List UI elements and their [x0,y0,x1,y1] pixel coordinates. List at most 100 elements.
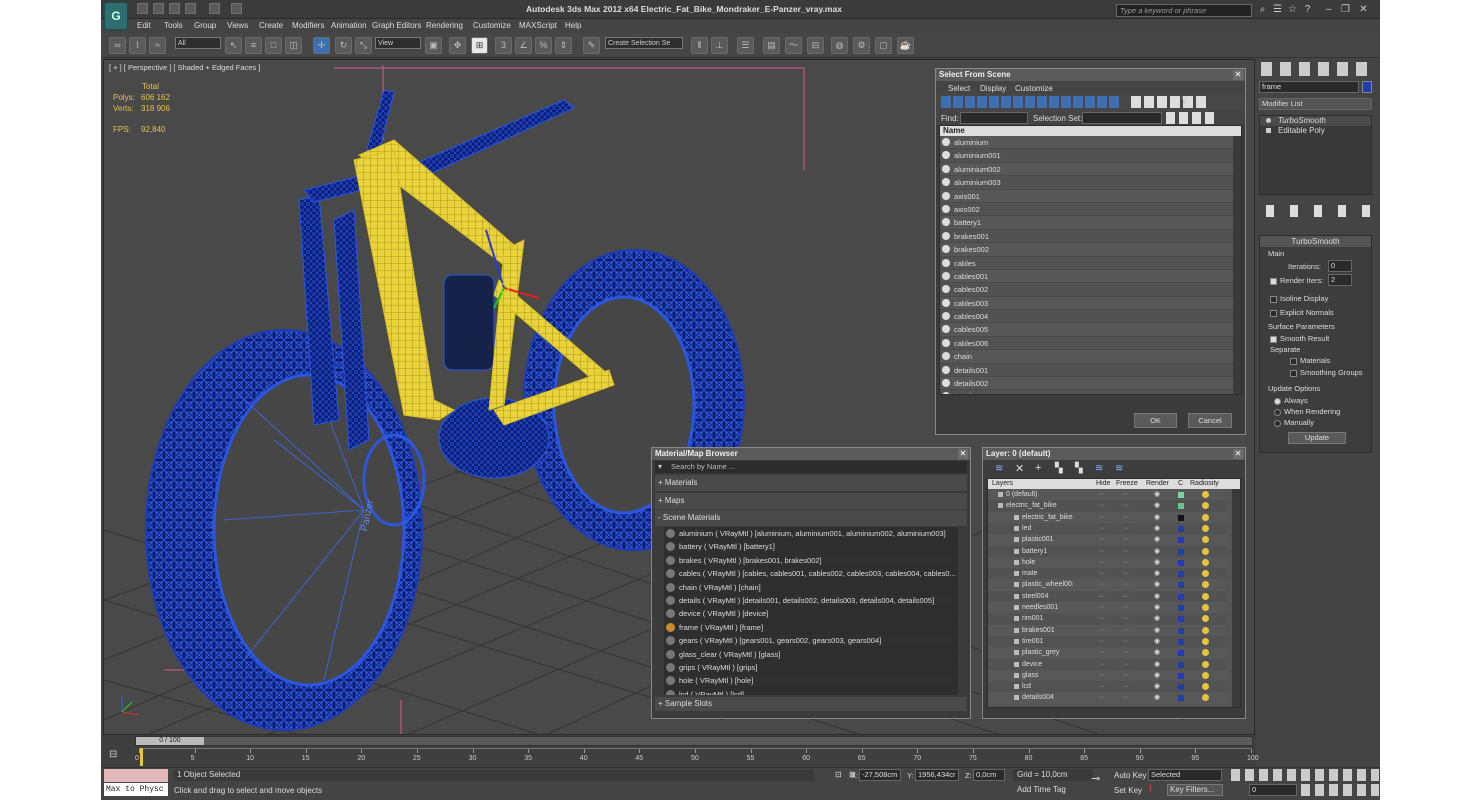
sfs-list-item[interactable]: aluminium002 [940,162,1241,177]
subscription-icon[interactable]: ☰ [1271,3,1284,16]
radiosity-icon[interactable] [1202,547,1209,555]
browser-options-icon[interactable]: ▾ [658,462,662,471]
section-scene-materials[interactable]: - Scene Materials [655,510,967,526]
layer-color-swatch[interactable] [1178,650,1184,657]
add-to-layer-icon[interactable]: + [1035,462,1041,474]
explicit-normals-checkbox[interactable]: Explicit Normals [1270,308,1334,317]
separate-smoothing-checkbox[interactable]: Smoothing Groups [1290,368,1363,377]
radiosity-icon[interactable] [1202,604,1209,611]
unlink-icon[interactable]: ⌇ [129,37,146,54]
redo-icon[interactable] [209,3,220,14]
close-icon[interactable]: ✕ [1357,3,1370,16]
freeze-toggle-icon[interactable]: ··· [1122,625,1129,636]
freeze-toggle-icon[interactable]: ··· [1122,579,1129,590]
cancel-button[interactable]: Cancel [1188,413,1232,428]
hide-toggle-icon[interactable]: ··· [1098,534,1105,545]
select-and-manipulate-icon[interactable]: ✥ [449,37,466,54]
select-by-name-icon[interactable]: ≡ [245,37,262,54]
layer-color-swatch[interactable] [1178,695,1184,702]
y-coordinate-field[interactable]: 1956,434cr [915,769,959,781]
radiosity-icon[interactable] [1202,491,1209,498]
sfs-list-item[interactable]: axis001 [940,189,1241,203]
battery[interactable] [443,274,495,371]
material-editor-icon[interactable]: ◍ [831,37,848,54]
snaps-toggle-icon[interactable]: 3 [495,37,512,54]
sfs-list-item[interactable]: details003 [940,390,1241,394]
maxscript-input[interactable]: Max to Physc [104,783,168,796]
render-toggle-icon[interactable]: ◉ [1154,534,1160,545]
modifier-stack[interactable]: TurboSmooth Editable Poly [1259,115,1372,195]
sfs-list-item[interactable]: details002 [940,377,1241,391]
set-key-mode-icon[interactable]: ⊸ [1091,772,1100,785]
hide-all-icon[interactable]: ≋ [1095,463,1103,474]
layer-row[interactable]: device ··· ··· ◉ [988,658,1226,670]
scale-icon[interactable]: ⤡ [355,37,372,54]
freeze-toggle-icon[interactable]: ··· [1122,489,1129,500]
search-icon[interactable]: ⌕ [1256,3,1269,16]
save-file-icon[interactable] [169,3,180,14]
menu-graph-editors[interactable]: Graph Editors [372,21,421,30]
auto-key-button[interactable]: Auto Key [1114,769,1148,782]
hide-toggle-icon[interactable]: ··· [1098,670,1105,681]
radiosity-icon[interactable] [1202,694,1209,702]
freeze-toggle-icon[interactable]: ··· [1122,636,1129,647]
layer-color-swatch[interactable] [1178,627,1184,634]
hide-toggle-icon[interactable]: ··· [1098,546,1105,557]
update-always-radio[interactable]: Always [1274,396,1308,405]
layer-row[interactable]: battery1 ··· ··· ◉ [988,545,1226,557]
hide-toggle-icon[interactable]: ··· [1098,557,1105,568]
layer-color-swatch[interactable] [1178,537,1184,544]
named-selection-set-dropdown[interactable]: Create Selection Se [605,37,683,49]
layer-row[interactable]: plastic001 ··· ··· ◉ [988,534,1226,546]
align-icon[interactable]: ⊥ [711,37,728,54]
layer-color-swatch[interactable] [1178,582,1184,589]
layer-color-swatch[interactable] [1178,525,1184,532]
close-icon[interactable]: ✕ [1233,70,1243,80]
freeze-toggle-icon[interactable]: ··· [1122,613,1129,624]
key-filters-button[interactable]: Key Filters... [1167,784,1223,796]
layer-color-swatch[interactable] [1178,616,1184,623]
separate-materials-checkbox[interactable]: Materials [1290,356,1330,365]
layer-row[interactable]: electric_fat_bike ··· ··· ◉ [988,511,1226,523]
render-toggle-icon[interactable]: ◉ [1154,557,1160,568]
selection-lock-icon[interactable]: ⊡ [835,770,845,780]
layer-color-swatch[interactable] [1178,492,1184,498]
scene-material-item[interactable]: chain ( VRayMtl ) [chain] [664,580,958,594]
scene-material-item[interactable]: gears ( VRayMtl ) [gears001, gears002, g… [664,634,958,648]
new-file-icon[interactable] [137,3,148,14]
menu-modifiers[interactable]: Modifiers [292,21,324,30]
select-object-icon[interactable]: ↖ [225,37,242,54]
freeze-toggle-icon[interactable]: ··· [1122,591,1129,602]
angle-snap-icon[interactable]: ∠ [515,37,532,54]
scene-materials-list[interactable]: aluminium ( VRayMtl ) [aluminium, alumin… [664,527,958,695]
freeze-toggle-icon[interactable]: ··· [1122,523,1129,534]
move-icon[interactable]: ✛ [313,37,330,54]
sfs-list-item[interactable]: cables001 [940,269,1241,284]
layer-row[interactable]: plastic_wheel00: ··· ··· ◉ [988,579,1226,591]
layer-color-swatch[interactable] [1178,571,1184,578]
layer-row[interactable]: brakes001 ··· ··· ◉ [988,624,1226,636]
freeze-all-icon[interactable]: ≋ [1115,463,1123,474]
render-iters-checkbox[interactable]: Render Iters: [1270,276,1323,285]
display-filter-icon[interactable] [941,96,1121,108]
layer-row[interactable]: rim001 ··· ··· ◉ [988,613,1226,625]
iterations-spinner[interactable]: 0 [1328,260,1352,272]
mini-curve-editor-icon[interactable]: ⊟ [109,749,129,763]
viewport-label[interactable]: [ + ] [ Perspective ] [ Shaded + Edged F… [109,63,260,72]
layer-color-swatch[interactable] [1178,661,1184,668]
set-key-button[interactable]: Set Key [1114,784,1148,797]
create-layer-icon[interactable]: ≋ [995,463,1003,474]
scene-material-item[interactable]: brakes ( VRayMtl ) [brakes001, brakes002… [664,553,958,568]
render-toggle-icon[interactable]: ◉ [1154,500,1160,511]
object-name-input[interactable]: frame [1259,81,1359,93]
render-toggle-icon[interactable]: ◉ [1154,625,1160,636]
radiosity-icon[interactable] [1202,570,1209,578]
scene-material-item[interactable]: device ( VRayMtl ) [device] [664,607,958,621]
render-toggle-icon[interactable]: ◉ [1154,602,1160,613]
z-coordinate-field[interactable]: 0,0cm [973,769,1005,781]
scene-material-item[interactable]: frame ( VRayMtl ) [frame] [664,620,958,635]
render-toggle-icon[interactable]: ◉ [1154,647,1160,658]
layer-color-swatch[interactable] [1178,605,1184,611]
restore-icon[interactable]: ❐ [1339,3,1352,16]
window-crossing-icon[interactable]: ◫ [285,37,302,54]
